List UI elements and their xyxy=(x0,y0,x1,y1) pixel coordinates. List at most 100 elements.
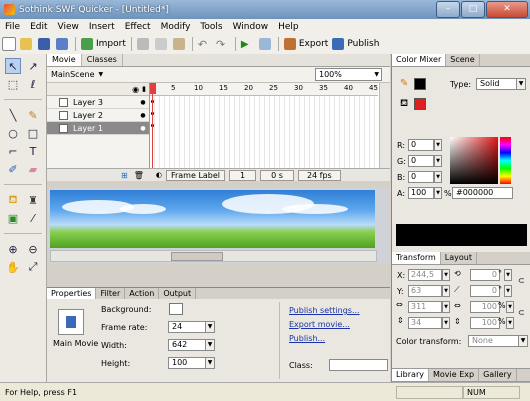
cut-button[interactable] xyxy=(136,37,151,51)
scale-y-stepper[interactable]: ▼ xyxy=(506,317,514,329)
publish-settings-link[interactable]: Publish settings... xyxy=(289,306,360,315)
type-select[interactable]: Solid xyxy=(476,78,517,90)
height-input[interactable]: 100 xyxy=(168,357,206,369)
tab-layout[interactable]: Layout xyxy=(441,252,477,264)
link-icon[interactable]: ⊂ xyxy=(518,308,525,317)
tab-action[interactable]: Action xyxy=(125,288,160,299)
w-stepper[interactable]: ▼ xyxy=(442,301,450,313)
import-button[interactable]: Import xyxy=(81,37,126,51)
oval-tool[interactable]: ○ xyxy=(5,125,21,141)
tab-classes[interactable]: Classes xyxy=(82,54,123,66)
class-input[interactable] xyxy=(329,359,388,371)
h-stepper[interactable]: ▼ xyxy=(442,317,450,329)
chevron-down-icon[interactable]: ▼ xyxy=(99,71,104,78)
layer-row[interactable]: Layer 2 ● xyxy=(47,109,149,122)
tab-scene[interactable]: Scene xyxy=(446,54,480,66)
chevron-down-icon[interactable]: ▼ xyxy=(205,357,215,369)
zoom-out-tool[interactable]: ⊖ xyxy=(25,241,41,257)
menu-tools[interactable]: Tools xyxy=(195,22,227,32)
open-button[interactable] xyxy=(20,37,34,51)
eye-icon[interactable]: ◉ xyxy=(132,85,139,94)
scene-name[interactable]: MainScene xyxy=(51,70,95,79)
scale-x-stepper[interactable]: ▼ xyxy=(506,301,514,313)
play-button[interactable]: ▶ xyxy=(241,37,255,51)
menu-insert[interactable]: Insert xyxy=(84,22,120,32)
frame-rate-input[interactable]: 24 xyxy=(168,321,206,333)
tab-output[interactable]: Output xyxy=(159,288,197,299)
x-stepper[interactable]: ▼ xyxy=(442,269,450,281)
b-input[interactable]: 0 xyxy=(408,171,434,183)
chevron-down-icon[interactable]: ▼ xyxy=(518,335,528,347)
zoom-select[interactable]: 100% ▼ xyxy=(315,68,382,81)
a-input[interactable]: 100 xyxy=(408,187,434,199)
playhead[interactable] xyxy=(150,83,156,168)
r-input[interactable]: 0 xyxy=(408,139,434,151)
publish-link[interactable]: Publish... xyxy=(289,334,325,343)
subselect-tool[interactable]: ↗ xyxy=(25,58,41,74)
minimize-button[interactable]: – xyxy=(436,1,460,18)
add-layer-icon[interactable]: ⊞ xyxy=(121,171,128,180)
b-stepper[interactable]: ▼ xyxy=(434,171,442,183)
color-picker[interactable] xyxy=(450,137,498,184)
tab-transform[interactable]: Transform xyxy=(392,252,441,264)
ink-bottle-tool[interactable]: ♜ xyxy=(25,192,41,208)
menu-effect[interactable]: Effect xyxy=(120,22,156,32)
hand-tool[interactable]: ✋ xyxy=(5,259,21,275)
export-button[interactable]: Export xyxy=(283,37,328,51)
a-stepper[interactable]: ▼ xyxy=(434,187,442,199)
brush-tool[interactable]: ✐ xyxy=(5,161,21,177)
chevron-down-icon[interactable]: ▼ xyxy=(516,78,526,90)
new-button[interactable] xyxy=(2,37,16,51)
zoom-in-tool[interactable]: ⊕ xyxy=(5,241,21,257)
g-stepper[interactable]: ▼ xyxy=(434,155,442,167)
fill-color-swatch[interactable] xyxy=(414,98,426,110)
close-button[interactable]: ✕ xyxy=(486,1,528,18)
w-input[interactable]: 311 xyxy=(408,301,442,313)
chevron-down-icon[interactable]: ▼ xyxy=(205,321,215,333)
tab-library[interactable]: Library xyxy=(392,369,429,381)
hex-input[interactable]: #000000 xyxy=(452,187,513,199)
fill-transform-tool[interactable]: ▣ xyxy=(5,210,21,226)
menu-window[interactable]: Window xyxy=(228,22,274,32)
scale-x-input[interactable]: 100 xyxy=(470,301,500,313)
copy-button[interactable] xyxy=(154,37,169,51)
background-swatch[interactable] xyxy=(169,303,183,315)
menu-edit[interactable]: Edit xyxy=(25,22,52,32)
menu-help[interactable]: Help xyxy=(273,22,304,32)
stage-scrollbar[interactable] xyxy=(50,250,377,262)
color-transform-select[interactable]: None xyxy=(468,335,519,347)
paste-button[interactable] xyxy=(172,37,187,51)
fit-tool[interactable]: ⤢ xyxy=(25,259,41,275)
link-icon[interactable]: ⊂ xyxy=(518,276,525,285)
scroll-thumb[interactable] xyxy=(171,252,223,261)
stage[interactable] xyxy=(47,187,390,264)
g-input[interactable]: 0 xyxy=(408,155,434,167)
tab-movie[interactable]: Movie xyxy=(47,54,82,66)
rotation-stepper[interactable]: ▼ xyxy=(504,269,512,281)
lock-icon[interactable]: ▮ xyxy=(142,85,146,93)
transform-tool[interactable]: ⬚ xyxy=(5,76,21,92)
x-input[interactable]: 244,5 xyxy=(408,269,442,281)
save-all-button[interactable] xyxy=(56,37,70,51)
stage-image[interactable] xyxy=(50,190,375,248)
h-input[interactable]: 34 xyxy=(408,317,442,329)
tab-color-mixer[interactable]: Color Mixer xyxy=(392,54,447,66)
rotation-input[interactable]: 0 xyxy=(470,269,500,281)
export-movie-link[interactable]: Export movie... xyxy=(289,320,350,329)
preview-button[interactable] xyxy=(258,37,273,51)
lasso-tool[interactable]: ℓ xyxy=(25,76,41,92)
undo-button[interactable]: ↶ xyxy=(198,37,212,51)
onion-skin-icon[interactable]: ◐ xyxy=(156,171,162,179)
menu-modify[interactable]: Modify xyxy=(156,22,196,32)
chevron-down-icon[interactable]: ▼ xyxy=(205,339,215,351)
rect-tool[interactable]: □ xyxy=(25,125,41,141)
visibility-dot-icon[interactable]: ● xyxy=(137,125,149,132)
delete-layer-icon[interactable]: 🗑 xyxy=(134,171,144,180)
menu-file[interactable]: File xyxy=(0,22,25,32)
hue-slider[interactable] xyxy=(500,137,511,184)
maximize-button[interactable]: □ xyxy=(461,1,485,18)
layer-row[interactable]: Layer 1 ● xyxy=(47,122,149,135)
eyedropper-tool[interactable]: ⁄ xyxy=(25,210,41,226)
menu-view[interactable]: View xyxy=(53,22,84,32)
skew-input[interactable]: 0 xyxy=(470,285,500,297)
